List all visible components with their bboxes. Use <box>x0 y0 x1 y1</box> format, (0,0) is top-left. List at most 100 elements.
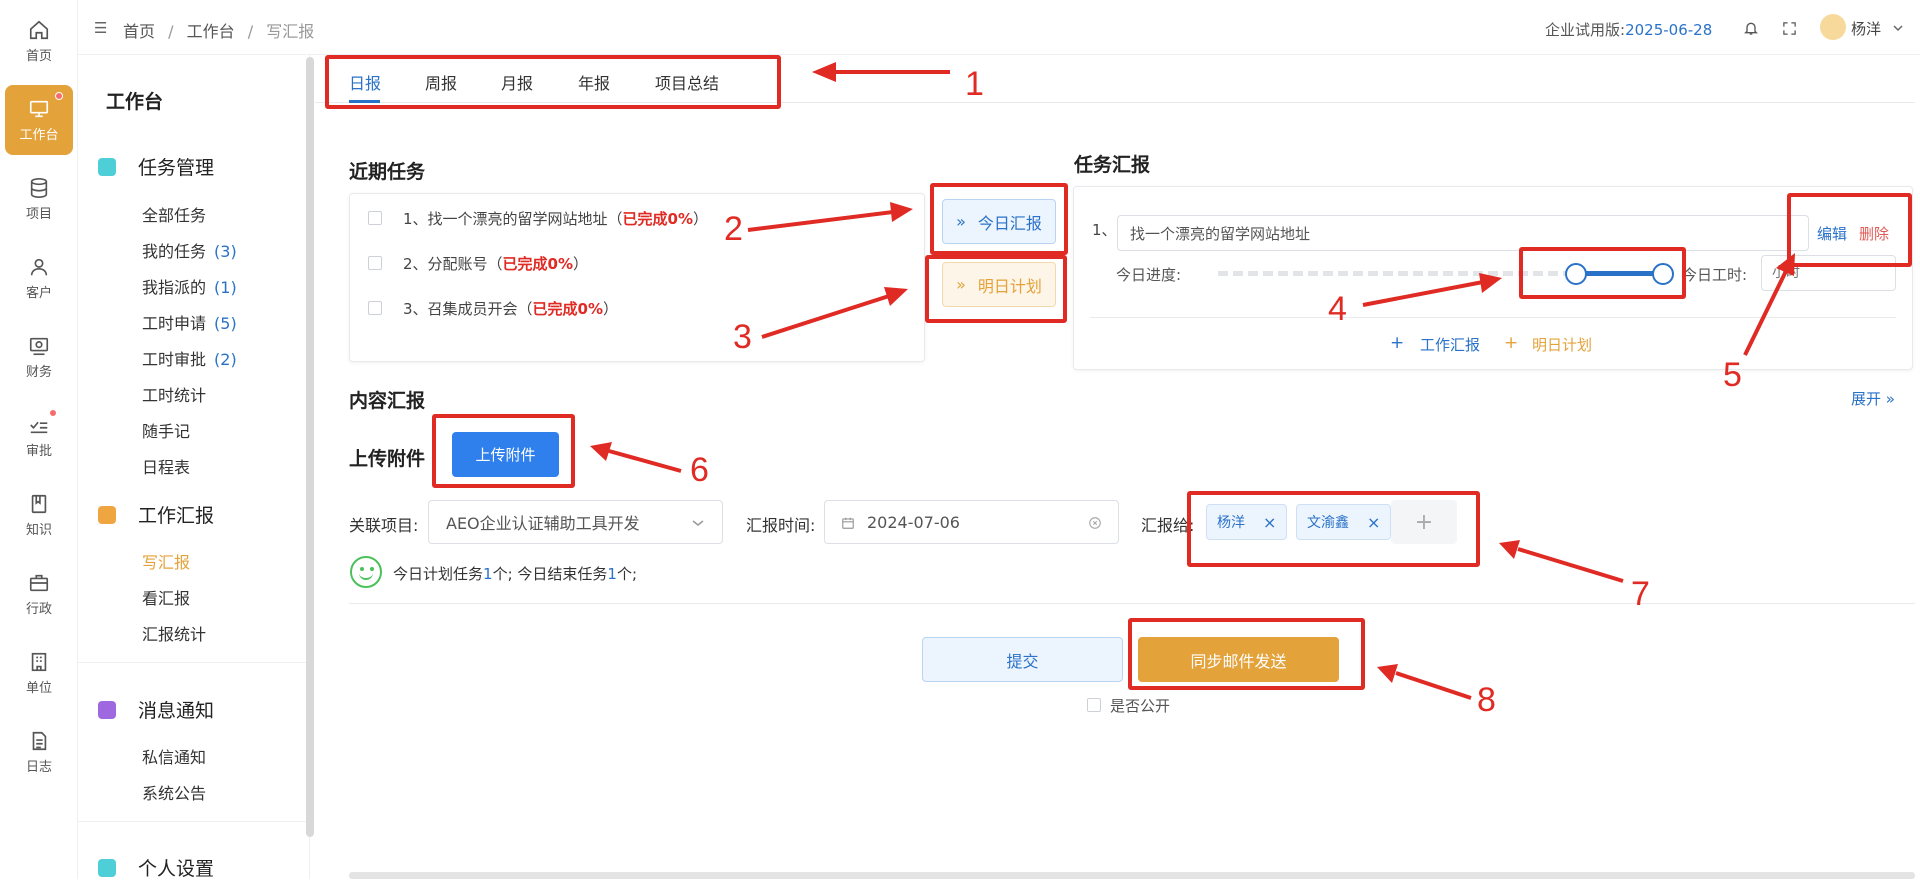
rail-item-workbench[interactable]: 工作台 <box>5 85 73 155</box>
divider <box>78 821 310 822</box>
submit-button[interactable]: 提交 <box>922 637 1123 682</box>
sidebar-item-view-report[interactable]: 看汇报 <box>142 585 190 609</box>
message-icon <box>98 700 116 719</box>
group-work-report[interactable]: 工作汇报 <box>98 501 214 528</box>
breadcrumb: 首页 / 工作台 / 写汇报 <box>123 22 315 41</box>
breadcrumb-workbench[interactable]: 工作台 <box>187 22 235 41</box>
divider <box>1090 317 1896 318</box>
fullscreen-icon[interactable] <box>1782 21 1797 36</box>
annotation-number-6: 6 <box>690 451 709 489</box>
sidebar-item-notes[interactable]: 随手记 <box>142 418 190 442</box>
user-name[interactable]: 杨洋 <box>1851 18 1881 39</box>
annotation-number-3: 3 <box>733 318 752 356</box>
avatar[interactable] <box>1820 14 1846 40</box>
annotation-box-3 <box>925 255 1067 323</box>
user-icon <box>30 258 48 275</box>
breadcrumb-home[interactable]: 首页 <box>123 22 155 41</box>
chevron-down-icon <box>692 520 704 526</box>
menu-toggle-icon[interactable]: ☰ <box>94 19 107 37</box>
sidebar-item-hour-approval[interactable]: 工时审批 (2) <box>142 346 237 370</box>
annotation-box-8 <box>1128 618 1365 690</box>
rail-item-customer[interactable]: 客户 <box>5 243 73 313</box>
date-picker[interactable]: 2024-07-06 <box>824 500 1119 544</box>
task-checkbox[interactable] <box>368 301 382 315</box>
rail-item-finance[interactable]: 财务 <box>5 322 73 392</box>
group-task-management[interactable]: 任务管理 <box>98 153 214 180</box>
annotation-box-2 <box>930 183 1068 255</box>
rail-item-project[interactable]: 项目 <box>5 164 73 234</box>
divider <box>349 603 1915 604</box>
nav-rail: 首页 工作台 项目 客户 财务 审批 知识 行政 单位 日志 <box>0 0 78 879</box>
arrow-1-head <box>812 62 836 82</box>
expand-link[interactable]: 展开 » <box>1851 388 1895 409</box>
sidebar-item-all-tasks[interactable]: 全部任务 <box>142 202 206 226</box>
task-name-input[interactable]: 找一个漂亮的留学网站地址 <box>1117 215 1809 251</box>
sidebar-scrollbar[interactable] <box>306 57 314 837</box>
database-icon <box>30 177 48 198</box>
sidebar-item-schedule[interactable]: 日程表 <box>142 454 190 478</box>
sidebar-item-report-stats[interactable]: 汇报统计 <box>142 621 206 645</box>
annotation-box-6 <box>432 414 575 488</box>
sidebar-item-write-report[interactable]: 写汇报 <box>142 549 190 573</box>
annotation-number-5: 5 <box>1723 356 1742 394</box>
top-bar: ☰ 首页 / 工作台 / 写汇报 企业试用版:2025-06-28 杨洋 <box>78 0 1920 55</box>
calendar-icon <box>842 517 854 529</box>
sidebar-item-hour-request[interactable]: 工时申请 (5) <box>142 310 237 334</box>
sidebar-item-my-tasks[interactable]: 我的任务 (3) <box>142 238 237 262</box>
project-label: 关联项目: <box>349 516 419 535</box>
sidebar-item-assigned[interactable]: 我指派的 (1) <box>142 274 237 298</box>
task-item[interactable]: 3、召集成员开会（已完成0%） <box>403 298 618 319</box>
arrow-7 <box>1517 547 1624 583</box>
annotation-number-7: 7 <box>1631 575 1650 613</box>
task-item[interactable]: 2、分配账号（已完成0%） <box>403 253 588 274</box>
briefcase-icon <box>29 574 49 591</box>
content-report-title: 内容汇报 <box>349 390 426 412</box>
edit-note-icon <box>98 505 116 524</box>
grid-icon <box>98 858 116 877</box>
group-messages[interactable]: 消息通知 <box>98 696 214 723</box>
rail-item-admin[interactable]: 行政 <box>5 559 73 629</box>
finance-icon <box>29 337 49 355</box>
building-icon <box>31 652 47 671</box>
add-work-report-link[interactable]: 工作汇报 <box>1420 334 1480 355</box>
arrow-8-head <box>1377 664 1398 683</box>
plus-icon: + <box>1390 333 1405 353</box>
annotation-box-5 <box>1787 193 1912 267</box>
arrow-7-head <box>1499 540 1520 559</box>
annotation-number-2: 2 <box>724 210 743 248</box>
task-item[interactable]: 1、找一个漂亮的留学网站地址（已完成0%） <box>403 208 708 229</box>
group-personal-settings[interactable]: 个人设置 <box>98 854 214 881</box>
rail-item-unit[interactable]: 单位 <box>5 638 73 708</box>
clear-icon[interactable] <box>1088 516 1102 530</box>
progress-label: 今日进度: <box>1116 266 1182 284</box>
rail-item-log[interactable]: 日志 <box>5 717 73 787</box>
upload-label: 上传附件 <box>349 448 426 470</box>
public-checkbox[interactable] <box>1087 698 1101 712</box>
project-select[interactable]: AEO企业认证辅助工具开发 <box>428 500 723 544</box>
summary-text: 今日计划任务1个; 今日结束任务1个; <box>393 565 637 583</box>
task-checkbox[interactable] <box>368 211 382 225</box>
rail-item-approval[interactable]: 审批 <box>5 401 73 471</box>
task-checkbox[interactable] <box>368 256 382 270</box>
sidebar-title: 工作台 <box>106 91 164 113</box>
breadcrumb-current: 写汇报 <box>266 22 315 41</box>
sidebar-item-hour-stats[interactable]: 工时统计 <box>142 382 206 406</box>
notification-dot <box>55 92 63 100</box>
time-label: 汇报时间: <box>746 516 816 535</box>
arrow-6-head <box>590 442 612 461</box>
add-tomorrow-plan-link[interactable]: 明日计划 <box>1532 334 1592 355</box>
bell-icon[interactable] <box>1743 20 1759 36</box>
rail-item-knowledge[interactable]: 知识 <box>5 480 73 550</box>
monitor-icon <box>29 100 49 117</box>
horizontal-scrollbar[interactable] <box>349 872 1915 879</box>
sidebar-item-private-messages[interactable]: 私信通知 <box>142 744 206 768</box>
sidebar-item-announcements[interactable]: 系统公告 <box>142 780 206 804</box>
annotation-number-8: 8 <box>1477 681 1496 719</box>
annotation-box-7 <box>1187 491 1480 567</box>
sidebar: 工作台 任务管理 全部任务 我的任务 (3) 我指派的 (1) 工时申请 (5) 工时… <box>78 55 310 881</box>
chevron-down-icon[interactable] <box>1893 23 1903 33</box>
notification-dot <box>49 409 57 417</box>
rail-item-home[interactable]: 首页 <box>5 6 73 76</box>
annotation-box-4 <box>1519 247 1686 299</box>
divider <box>78 662 310 663</box>
